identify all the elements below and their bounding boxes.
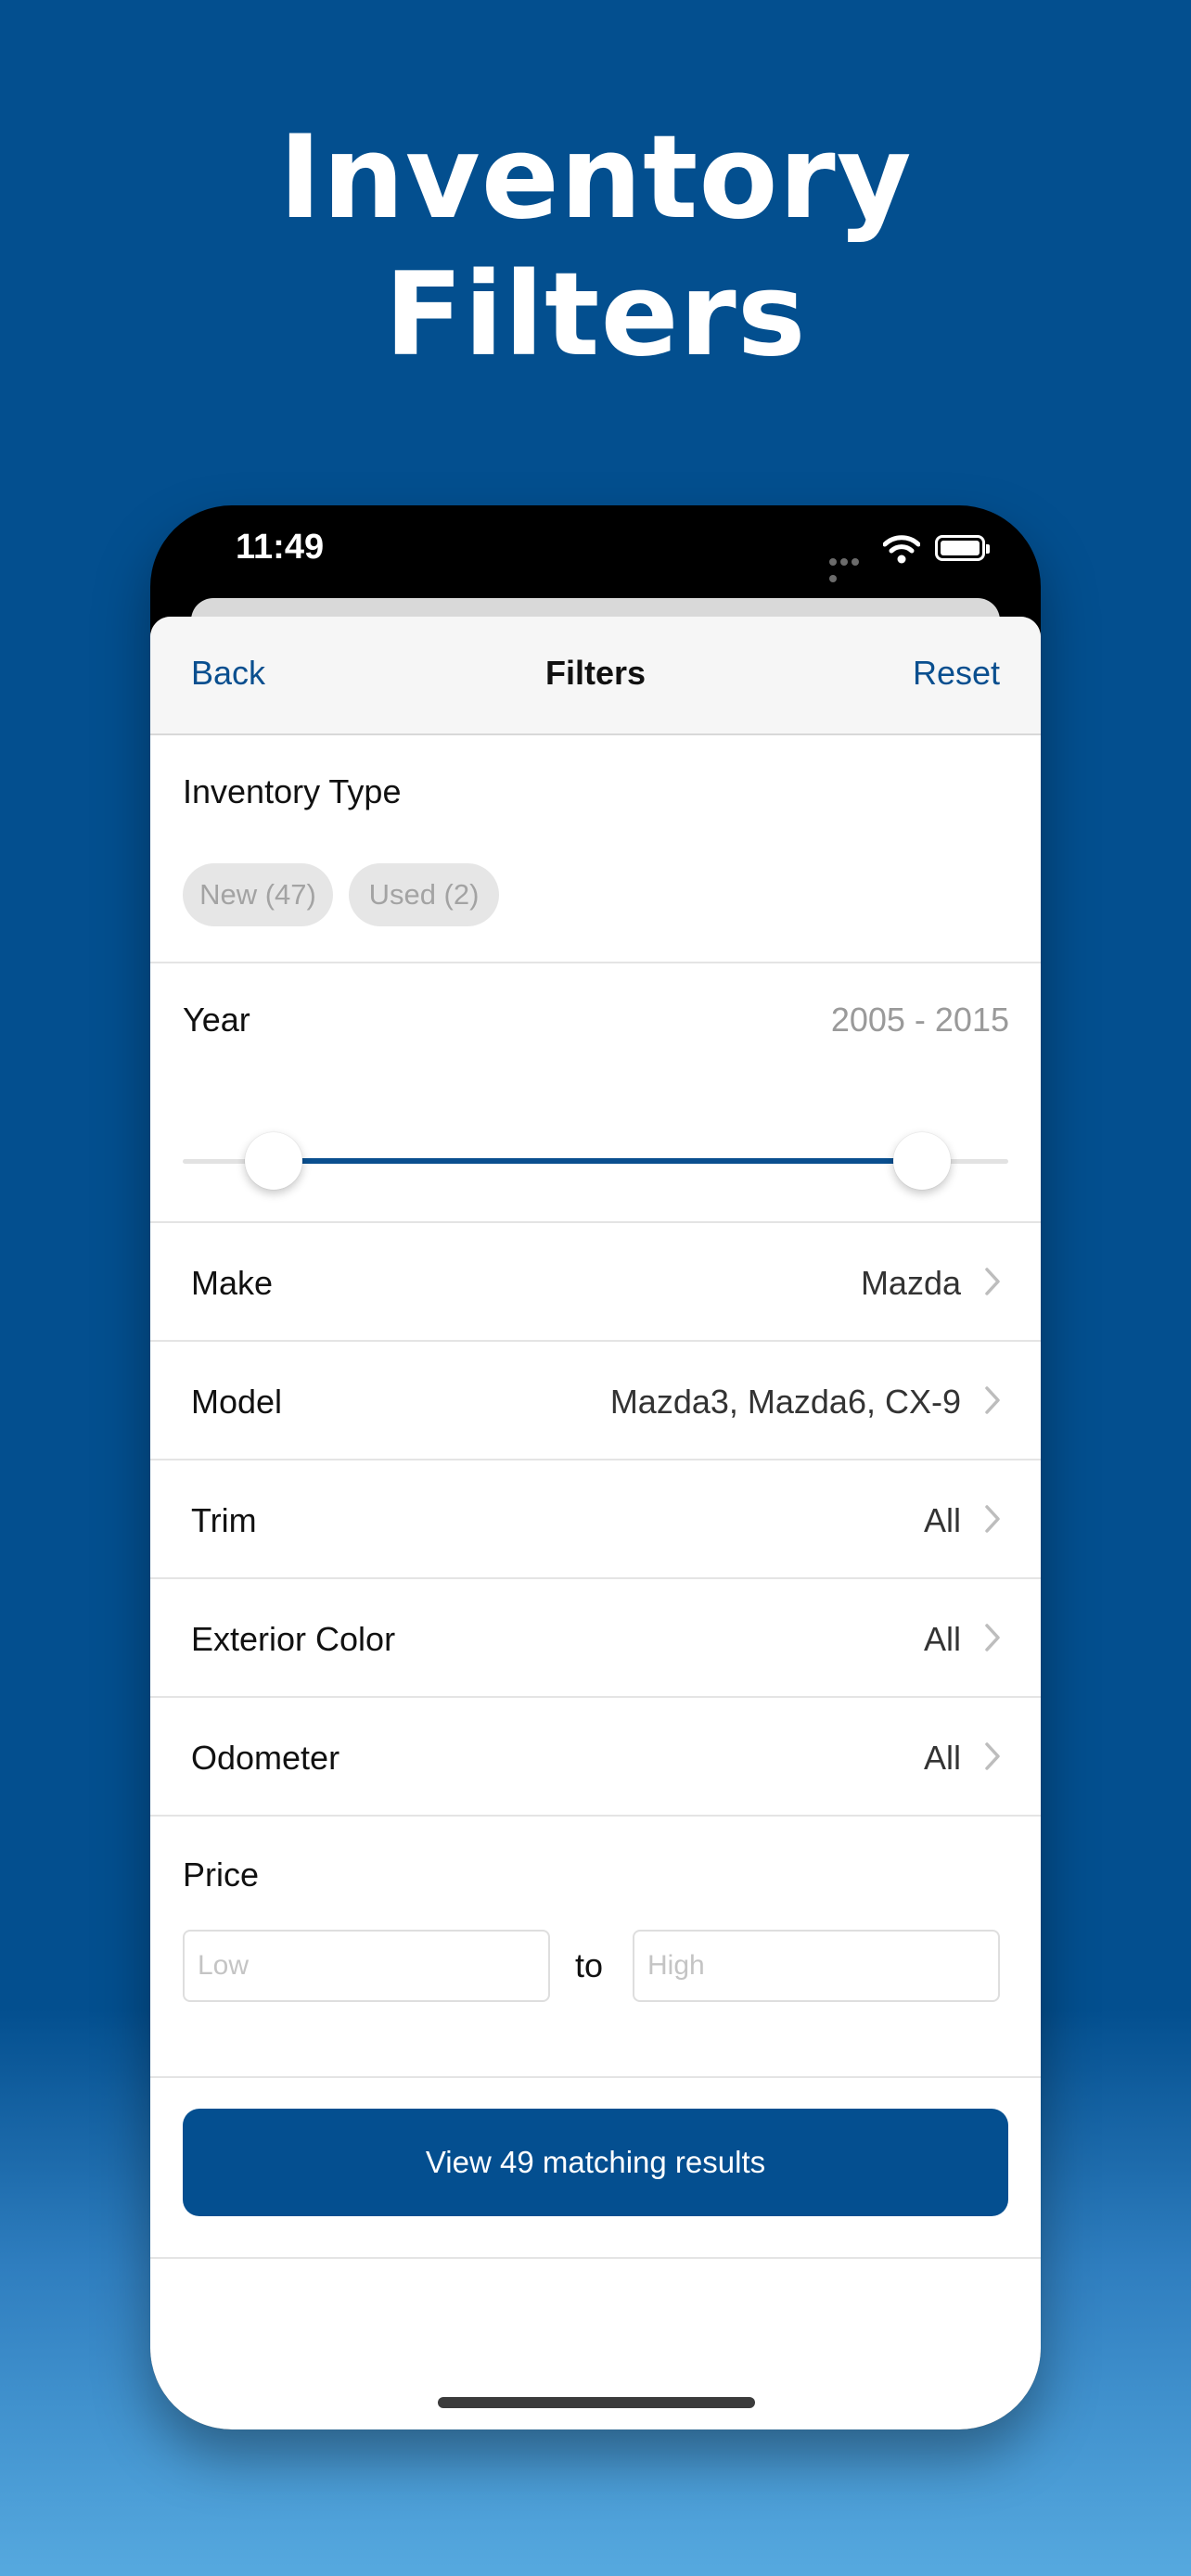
price-label: Price [183,1855,260,1894]
chevron-right-icon [985,1742,1000,1770]
phone-frame: 11:49 Back Filters Reset Inventory Type … [150,505,1041,2429]
home-indicator [438,2397,755,2408]
wifi-icon [883,535,920,564]
exterior-color-row[interactable]: Exterior Color All [150,1579,1041,1698]
trim-row[interactable]: Trim All [150,1460,1041,1579]
price-section: Price to [150,1817,1041,2078]
results-section: View 49 matching results [150,2078,1041,2259]
price-high-input[interactable] [633,1930,1000,2002]
chip-new[interactable]: New (47) [183,863,333,926]
chevron-right-icon [985,1505,1000,1533]
inventory-type-label: Inventory Type [183,772,402,810]
slider-fill [273,1158,923,1164]
chip-used[interactable]: Used (2) [349,863,499,926]
reset-button[interactable]: Reset [913,654,1000,693]
cellular-signal-icon [829,554,872,582]
year-section: Year 2005 - 2015 [150,963,1041,1223]
price-to-text: to [575,1946,604,1984]
back-button[interactable]: Back [191,654,265,693]
odometer-label: Odometer [191,1739,340,1777]
exterior-color-label: Exterior Color [191,1620,396,1658]
year-label: Year [183,1001,250,1039]
filters-sheet: Back Filters Reset Inventory Type New (4… [150,617,1041,2429]
make-row[interactable]: Make Mazda [150,1223,1041,1342]
slider-thumb-high[interactable] [893,1132,952,1190]
year-range-slider[interactable] [183,1129,1008,1193]
trim-label: Trim [191,1501,257,1539]
odometer-row[interactable]: Odometer All [150,1698,1041,1817]
promo-title: Inventory Filters [0,109,1191,384]
slider-thumb-low[interactable] [244,1132,302,1190]
exterior-color-value: All [923,1620,961,1658]
inventory-type-section: Inventory Type New (47) Used (2) [150,735,1041,963]
battery-icon [935,535,990,561]
navigation-bar: Back Filters Reset [150,617,1041,735]
odometer-value: All [923,1739,961,1777]
page-title: Filters [544,654,647,692]
promo-title-line-1: Inventory [278,111,913,245]
price-low-input[interactable] [183,1930,550,2002]
chevron-right-icon [985,1386,1000,1414]
make-value: Mazda [860,1264,961,1302]
model-value: Mazda3, Mazda6, CX-9 [609,1383,961,1421]
model-row[interactable]: Model Mazda3, Mazda6, CX-9 [150,1342,1041,1460]
year-range-value: 2005 - 2015 [830,1001,1009,1039]
view-results-button[interactable]: View 49 matching results [183,2109,1008,2216]
status-time: 11:49 [236,528,325,567]
make-label: Make [191,1264,274,1302]
trim-value: All [923,1501,961,1539]
promo-title-line-2: Filters [384,249,807,382]
chevron-right-icon [985,1268,1000,1295]
model-label: Model [191,1383,283,1421]
chevron-right-icon [985,1624,1000,1651]
